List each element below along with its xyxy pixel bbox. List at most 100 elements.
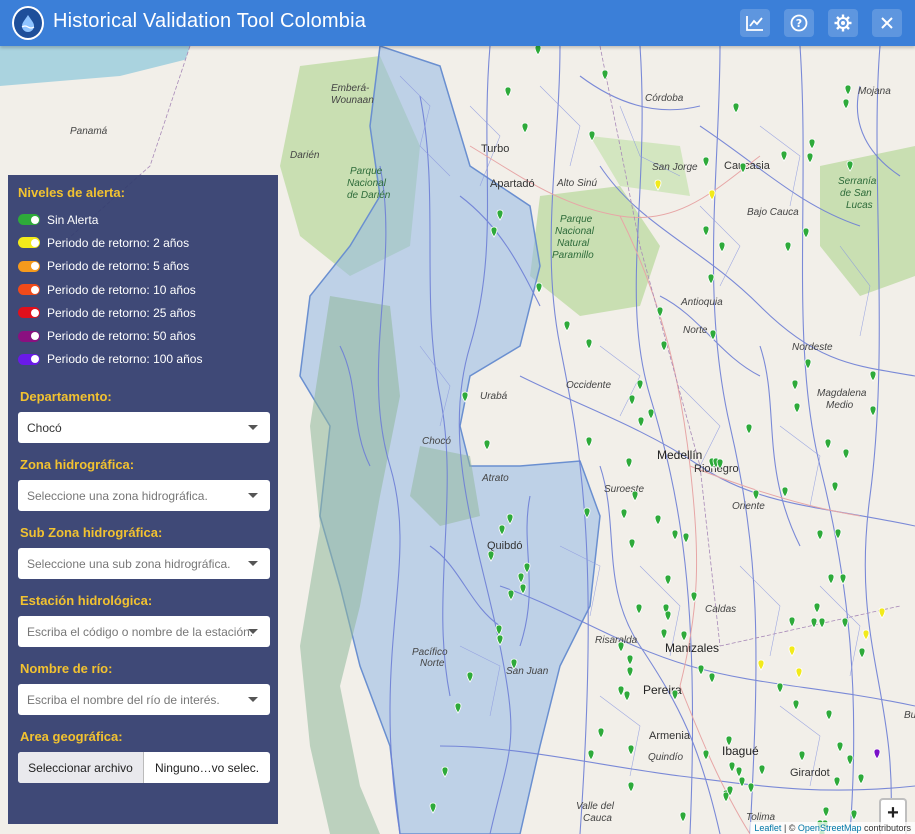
station-marker[interactable] <box>747 782 755 794</box>
station-marker[interactable] <box>808 138 816 150</box>
station-marker[interactable] <box>664 574 672 586</box>
station-marker[interactable] <box>466 671 474 683</box>
station-marker[interactable] <box>626 666 634 678</box>
station-marker[interactable] <box>842 98 850 110</box>
station-marker[interactable] <box>697 664 705 676</box>
station-marker[interactable] <box>857 773 865 785</box>
station-marker[interactable] <box>725 735 733 747</box>
help-button[interactable]: ? <box>784 9 814 37</box>
rio-select[interactable]: Escriba el nombre del río de interés. <box>18 684 270 716</box>
station-marker[interactable] <box>534 46 542 56</box>
station-marker[interactable] <box>583 507 591 519</box>
osm-link[interactable]: OpenStreetMap <box>798 823 862 833</box>
station-marker[interactable] <box>656 306 664 318</box>
station-marker[interactable] <box>780 150 788 162</box>
station-marker[interactable] <box>702 749 710 761</box>
station-marker[interactable] <box>728 761 736 773</box>
station-marker[interactable] <box>682 532 690 544</box>
station-marker[interactable] <box>637 416 645 428</box>
legend-item[interactable]: Periodo de retorno: 100 años <box>18 348 268 371</box>
station-marker[interactable] <box>660 628 668 640</box>
legend-item[interactable]: Periodo de retorno: 25 años <box>18 301 268 324</box>
station-marker[interactable] <box>844 84 852 96</box>
legend-item[interactable]: Periodo de retorno: 5 años <box>18 255 268 278</box>
station-marker[interactable] <box>535 282 543 294</box>
station-marker[interactable] <box>585 338 593 350</box>
select-file-button[interactable]: Seleccionar archivo <box>18 752 144 784</box>
subzona-select[interactable]: Seleccione una sub zona hidrográfica. <box>18 548 270 580</box>
station-marker[interactable] <box>496 209 504 221</box>
station-marker[interactable] <box>813 602 821 614</box>
station-marker[interactable] <box>707 273 715 285</box>
station-marker[interactable] <box>625 457 633 469</box>
station-marker[interactable] <box>858 647 866 659</box>
station-marker[interactable] <box>631 490 639 502</box>
departamento-select[interactable]: Chocó <box>18 412 270 444</box>
station-marker[interactable] <box>636 379 644 391</box>
station-marker[interactable] <box>806 152 814 164</box>
station-marker[interactable] <box>623 690 631 702</box>
station-marker[interactable] <box>784 241 792 253</box>
station-marker[interactable] <box>690 591 698 603</box>
station-marker[interactable] <box>495 624 503 636</box>
station-marker[interactable] <box>752 489 760 501</box>
station-marker[interactable] <box>708 189 716 201</box>
station-marker[interactable] <box>461 391 469 403</box>
station-marker[interactable] <box>878 607 886 619</box>
station-marker[interactable] <box>585 436 593 448</box>
station-marker[interactable] <box>441 766 449 778</box>
station-marker[interactable] <box>521 122 529 134</box>
station-marker[interactable] <box>793 402 801 414</box>
toggle-icon[interactable] <box>18 260 40 272</box>
station-marker[interactable] <box>831 481 839 493</box>
station-marker[interactable] <box>627 744 635 756</box>
legend-item[interactable]: Periodo de retorno: 10 años <box>18 278 268 301</box>
station-marker[interactable] <box>709 329 717 341</box>
station-marker[interactable] <box>671 529 679 541</box>
station-marker[interactable] <box>873 748 881 760</box>
station-marker[interactable] <box>498 524 506 536</box>
station-marker[interactable] <box>833 776 841 788</box>
station-marker[interactable] <box>597 727 605 739</box>
station-marker[interactable] <box>483 439 491 451</box>
legend-item[interactable]: Sin Alerta <box>18 208 268 231</box>
station-marker[interactable] <box>836 741 844 753</box>
station-marker[interactable] <box>628 394 636 406</box>
station-marker[interactable] <box>507 589 515 601</box>
station-marker[interactable] <box>702 225 710 237</box>
station-marker[interactable] <box>816 529 824 541</box>
station-marker[interactable] <box>732 102 740 114</box>
station-marker[interactable] <box>869 370 877 382</box>
station-marker[interactable] <box>716 458 724 470</box>
settings-button[interactable] <box>828 9 858 37</box>
station-marker[interactable] <box>587 749 595 761</box>
station-marker[interactable] <box>680 630 688 642</box>
toggle-icon[interactable] <box>18 214 40 226</box>
station-marker[interactable] <box>739 162 747 174</box>
station-marker[interactable] <box>735 766 743 778</box>
station-marker[interactable] <box>628 538 636 550</box>
station-marker[interactable] <box>601 69 609 81</box>
station-marker[interactable] <box>745 423 753 435</box>
station-marker[interactable] <box>776 682 784 694</box>
station-marker[interactable] <box>788 645 796 657</box>
station-marker[interactable] <box>429 802 437 814</box>
station-marker[interactable] <box>798 750 806 762</box>
station-marker[interactable] <box>825 709 833 721</box>
station-marker[interactable] <box>827 573 835 585</box>
station-marker[interactable] <box>802 227 810 239</box>
close-button[interactable] <box>872 9 902 37</box>
station-marker[interactable] <box>862 629 870 641</box>
station-marker[interactable] <box>506 513 514 525</box>
station-marker[interactable] <box>627 781 635 793</box>
station-marker[interactable] <box>758 764 766 776</box>
toggle-icon[interactable] <box>18 284 40 296</box>
toggle-icon[interactable] <box>18 307 40 319</box>
station-marker[interactable] <box>869 405 877 417</box>
station-marker[interactable] <box>626 654 634 666</box>
station-marker[interactable] <box>563 320 571 332</box>
station-marker[interactable] <box>795 667 803 679</box>
station-marker[interactable] <box>654 179 662 191</box>
station-marker[interactable] <box>702 156 710 168</box>
station-marker[interactable] <box>504 86 512 98</box>
